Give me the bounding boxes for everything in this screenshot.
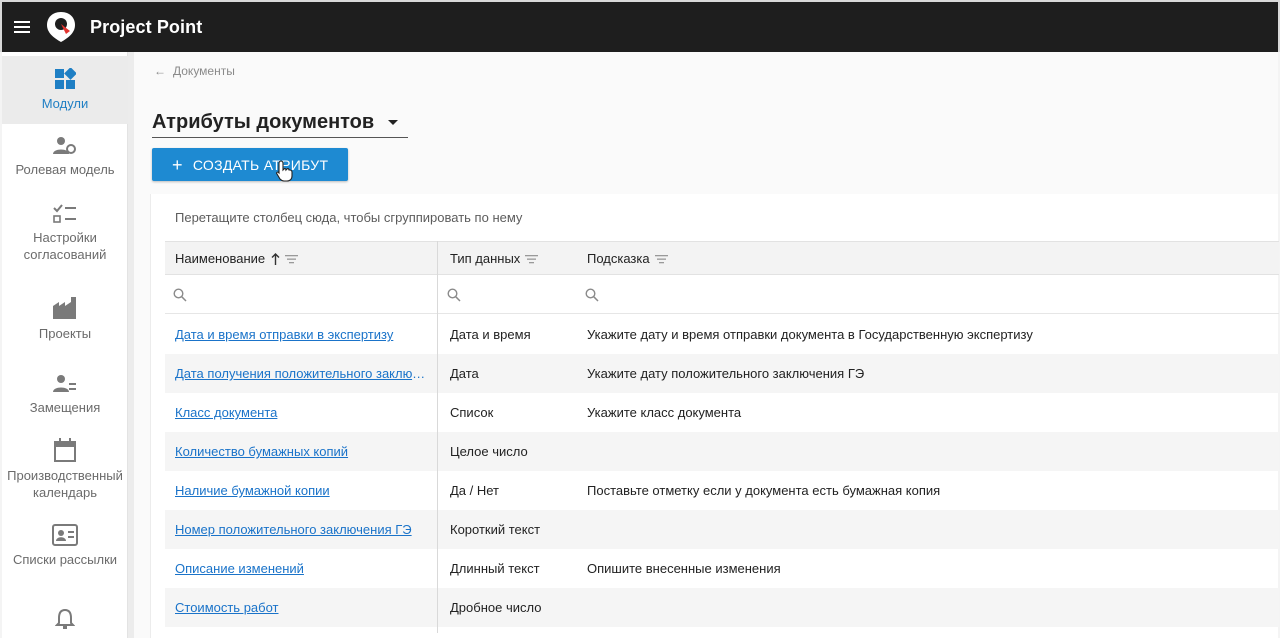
- table-header: Наименование Тип данных Подсказка: [165, 241, 1279, 275]
- attribute-name-link[interactable]: Стоимость работ: [175, 600, 430, 615]
- filter-name-input[interactable]: [173, 275, 187, 314]
- data-type-cell: Длинный текст: [450, 561, 540, 576]
- attribute-name-link[interactable]: Количество бумажных копий: [175, 444, 430, 459]
- sidebar-item-label: Замещения: [29, 400, 101, 415]
- hint-cell: Поставьте отметку если у документа есть …: [587, 483, 941, 498]
- table-row[interactable]: Класс документа Список Укажите класс док…: [165, 393, 1279, 432]
- table-row[interactable]: Описание изменений Длинный текст Опишите…: [165, 549, 1279, 588]
- menu-icon[interactable]: [2, 1, 42, 53]
- filter-row: [165, 275, 1279, 314]
- table-row[interactable]: Дата получения положительного заключения…: [165, 354, 1279, 393]
- table-row[interactable]: Наличие бумажной копии Да / Нет Поставьт…: [165, 471, 1279, 510]
- user-gear-icon: [53, 137, 76, 154]
- data-type-cell: Целое число: [450, 444, 528, 459]
- sidebar-item-roles[interactable]: Ролевая модель: [2, 136, 128, 186]
- data-type-cell: Список: [450, 405, 494, 420]
- filter-type-input[interactable]: [447, 275, 461, 314]
- column-menu-icon[interactable]: [285, 254, 299, 264]
- calendar-icon: [54, 438, 76, 462]
- breadcrumb-label: Документы: [173, 64, 235, 78]
- table-row[interactable]: Количество бумажных копий Целое число: [165, 432, 1279, 471]
- contact-card-icon: [52, 524, 78, 546]
- sidebar-item-label: Проекты: [38, 326, 92, 341]
- sidebar-item-calendar[interactable]: Производственный календарь: [2, 438, 128, 506]
- column-label: Тип данных: [450, 251, 521, 266]
- hint-cell: Укажите дату и время отправки документа …: [587, 327, 1033, 342]
- checklist-icon: [53, 204, 76, 223]
- hint-cell: Опишите внесенные изменения: [587, 561, 781, 576]
- attribute-name-link[interactable]: Описание изменений: [175, 561, 430, 576]
- sidebar: Модули Ролевая модель Настройки согласов…: [2, 52, 128, 638]
- attributes-grid: Перетащите столбец сюда, чтобы сгруппиро…: [150, 194, 1279, 638]
- sidebar-item-label: Модули: [41, 96, 89, 111]
- sidebar-item-projects[interactable]: Проекты: [2, 296, 128, 348]
- data-type-cell: Да / Нет: [450, 483, 500, 498]
- group-by-hint[interactable]: Перетащите столбец сюда, чтобы сгруппиро…: [175, 210, 522, 225]
- app-header: Project Point: [0, 0, 1280, 52]
- column-divider: [437, 241, 438, 633]
- attribute-name-link[interactable]: Класс документа: [175, 405, 430, 420]
- logo-icon: [47, 12, 75, 42]
- search-icon: [585, 287, 599, 302]
- column-label: Наименование: [175, 251, 266, 266]
- sidebar-item-label: Настройки согласований: [23, 230, 107, 262]
- arrow-left-icon: ←: [154, 64, 166, 78]
- table-row[interactable]: Номер положительного заключения ГЭ Корот…: [165, 510, 1279, 549]
- search-icon: [447, 287, 461, 302]
- sidebar-item-approvals[interactable]: Настройки согласований: [2, 204, 128, 274]
- column-header-name[interactable]: Наименование: [175, 242, 299, 275]
- caret-down-icon: [388, 120, 399, 125]
- create-attribute-label: СОЗДАТЬ АТРИБУТ: [192, 156, 329, 173]
- bell-icon: [55, 608, 75, 629]
- sidebar-item-label: Производственный календарь: [7, 468, 123, 500]
- data-type-cell: Дробное число: [450, 600, 542, 615]
- sidebar-item-label: Ролевая модель: [15, 162, 115, 177]
- column-label: Подсказка: [587, 251, 650, 266]
- user-swap-icon: [53, 375, 76, 392]
- plus-icon: +: [172, 154, 183, 175]
- hand-cursor-icon: [276, 160, 293, 182]
- column-header-type[interactable]: Тип данных: [450, 242, 539, 275]
- hint-cell: Укажите дату положительного заключения Г…: [587, 366, 865, 381]
- attribute-name-link[interactable]: Дата и время отправки в экспертизу: [175, 327, 430, 342]
- column-menu-icon[interactable]: [525, 254, 539, 264]
- attribute-name-link[interactable]: Наличие бумажной копии: [175, 483, 430, 498]
- data-type-cell: Дата: [450, 366, 479, 381]
- sort-asc-icon[interactable]: [271, 252, 280, 265]
- main-content: ← Документы Атрибуты документов + СОЗДАТ…: [134, 52, 1279, 638]
- sidebar-item-modules[interactable]: Модули: [2, 56, 128, 124]
- search-icon: [173, 287, 187, 302]
- modules-icon: [55, 68, 76, 89]
- sidebar-item-label: Списки рассылки: [12, 552, 118, 567]
- breadcrumb[interactable]: ← Документы: [154, 64, 235, 78]
- attribute-name-link[interactable]: Номер положительного заключения ГЭ: [175, 522, 430, 537]
- data-type-cell: Дата и время: [450, 327, 531, 342]
- sidebar-item-notifications[interactable]: [2, 608, 128, 638]
- app-title: Project Point: [90, 16, 203, 37]
- column-header-hint[interactable]: Подсказка: [587, 242, 668, 275]
- hint-cell: Укажите класс документа: [587, 405, 742, 420]
- page-title: Атрибуты документов: [152, 111, 375, 133]
- filter-hint-input[interactable]: [585, 275, 599, 314]
- data-type-cell: Короткий текст: [450, 522, 541, 537]
- table-row[interactable]: Дата и время отправки в экспертизу Дата …: [165, 315, 1279, 354]
- table-row[interactable]: Стоимость работ Дробное число: [165, 588, 1279, 627]
- create-attribute-button[interactable]: + СОЗДАТЬ АТРИБУТ: [152, 148, 348, 181]
- column-menu-icon[interactable]: [654, 254, 668, 264]
- sidebar-item-substitutions[interactable]: Замещения: [2, 374, 128, 420]
- attribute-name-link[interactable]: Дата получения положительного заключения…: [175, 366, 430, 381]
- sidebar-item-mailing[interactable]: Списки рассылки: [2, 524, 128, 588]
- page-title-dropdown[interactable]: Атрибуты документов: [152, 108, 408, 138]
- factory-icon: [53, 297, 76, 319]
